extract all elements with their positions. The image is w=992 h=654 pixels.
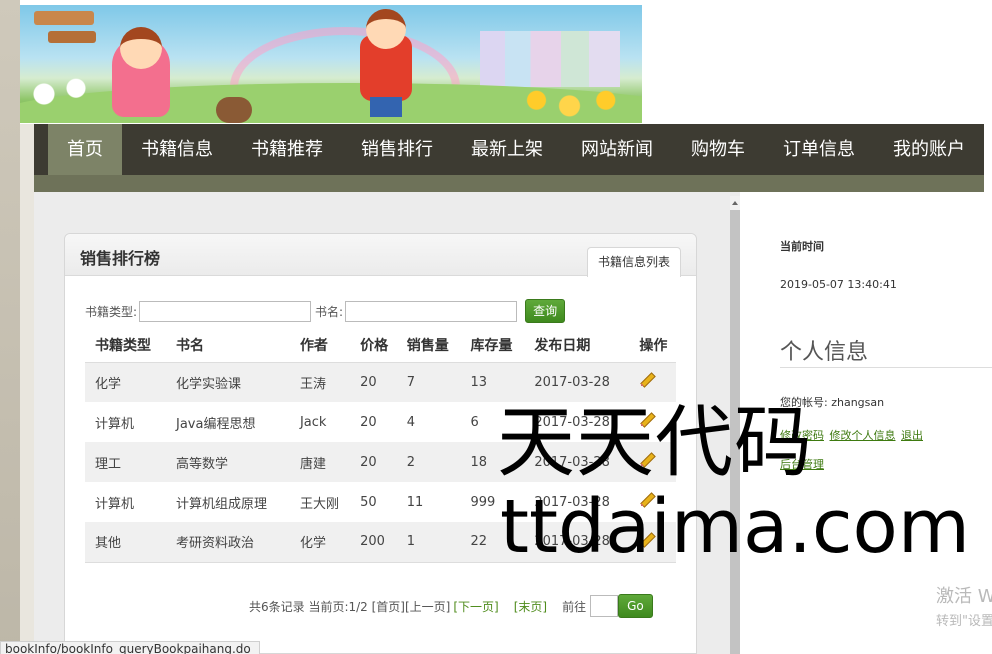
nav-item-book-info[interactable]: 书籍信息	[122, 124, 232, 175]
search-form: 书籍类型: 书名: 查询	[85, 298, 566, 324]
cell-author: 王涛	[289, 362, 351, 402]
pager-summary: 共6条记录 当前页:1/2 [首页][上一页]	[249, 599, 451, 614]
nav-item-my-account[interactable]: 我的账户	[874, 124, 984, 175]
next-page-link[interactable]: [下一页]	[453, 598, 498, 615]
col-header-price: 价格	[350, 328, 397, 363]
book-name-link[interactable]: 计算机组成原理	[165, 482, 290, 522]
last-page-link[interactable]: [末页]	[514, 598, 547, 615]
col-header-name: 书名	[165, 328, 290, 363]
header-banner	[20, 5, 642, 123]
current-time-value: 2019-05-07 13:40:41	[780, 278, 897, 291]
banner-girl	[112, 27, 170, 117]
cell-sales: 7	[396, 362, 461, 402]
cell-type: 计算机	[85, 482, 166, 522]
book-name-link[interactable]: 化学实验课	[165, 362, 290, 402]
nav-item-home[interactable]: 首页	[48, 124, 122, 175]
cell-type: 理工	[85, 442, 166, 482]
book-type-label: 书籍类型:	[85, 304, 138, 319]
cell-sales: 1	[396, 522, 461, 563]
current-time-label: 当前时间	[780, 240, 824, 253]
logout-link[interactable]: 退出	[901, 429, 923, 442]
banner-town	[480, 31, 620, 87]
cell-sales: 4	[396, 402, 461, 442]
book-name-link[interactable]: 高等数学	[165, 442, 290, 482]
edit-profile-link[interactable]: 修改个人信息	[830, 429, 896, 442]
cell-sales: 2	[396, 442, 461, 482]
left-background-strip	[0, 0, 20, 654]
tab-book-list[interactable]: 书籍信息列表	[586, 247, 681, 277]
windows-activation-title: 激活 W	[936, 586, 992, 607]
col-header-action: 操作	[629, 328, 676, 363]
cell-author: 唐建	[289, 442, 351, 482]
cell-author: 王大刚	[289, 482, 351, 522]
pagination: 共6条记录 当前页:1/2 [首页][上一页] [下一页] [末页] 前往 Go	[249, 593, 653, 619]
cell-author: Jack	[289, 402, 351, 442]
query-button[interactable]: 查询	[525, 299, 566, 323]
nav-item-orders[interactable]: 订单信息	[764, 124, 874, 175]
main-nav: 首页 书籍信息 书籍推荐 销售排行 最新上架 网站新闻 购物车 订单信息 我的账…	[34, 124, 984, 175]
panel-header: 销售排行榜 书籍信息列表	[65, 234, 696, 277]
table-header-row: 书籍类型 书名 作者 价格 销售量 库存量 发布日期 操作	[85, 328, 676, 363]
cell-type: 化学	[85, 362, 166, 402]
page: 首页 书籍信息 书籍推荐 销售排行 最新上架 网站新闻 购物车 订单信息 我的账…	[0, 0, 992, 654]
col-header-stock: 库存量	[460, 328, 525, 363]
watermark-domain: ttdaima.com	[500, 484, 970, 570]
col-header-author: 作者	[289, 328, 351, 363]
book-name-link[interactable]: Java编程思想	[165, 402, 290, 442]
col-header-sales: 销售量	[396, 328, 461, 363]
book-type-input[interactable]	[139, 300, 312, 322]
go-button[interactable]: Go	[618, 594, 653, 618]
cell-type: 其他	[85, 522, 166, 563]
left-background-strip-inner	[20, 124, 34, 654]
book-name-link[interactable]: 考研资料政治	[165, 522, 290, 563]
nav-item-site-news[interactable]: 网站新闻	[562, 124, 672, 175]
personal-info-title: 个人信息	[780, 340, 869, 365]
nav-item-sales-ranking[interactable]: 销售排行	[342, 124, 452, 175]
cell-price: 20	[350, 402, 397, 442]
banner-daisies	[20, 65, 100, 123]
scroll-up-arrow[interactable]	[730, 196, 740, 210]
watermark-chinese: 天天代码	[497, 398, 814, 488]
windows-activation-hint: 转到"设置	[936, 614, 992, 629]
nav-item-cart[interactable]: 购物车	[672, 124, 764, 175]
panel-title: 销售排行榜	[80, 249, 161, 268]
cell-price: 20	[350, 362, 397, 402]
cell-author: 化学	[289, 522, 351, 563]
cell-price: 200	[350, 522, 397, 563]
cell-type: 计算机	[85, 402, 166, 442]
book-name-input[interactable]	[345, 300, 518, 322]
book-name-label: 书名:	[315, 304, 344, 319]
goto-label: 前往	[562, 599, 587, 614]
browser-status-url: bookInfo/bookInfo_queryBookpaihang.do	[0, 641, 260, 654]
banner-teddy-bear	[216, 97, 252, 123]
nav-item-book-recommend[interactable]: 书籍推荐	[232, 124, 342, 175]
banner-boy	[360, 9, 412, 117]
banner-sunflowers	[520, 85, 630, 123]
col-header-type: 书籍类型	[85, 328, 166, 363]
cell-price: 20	[350, 442, 397, 482]
col-header-date: 发布日期	[524, 328, 630, 363]
banner-signpost-2	[48, 31, 96, 43]
banner-signpost	[34, 11, 94, 25]
cell-price: 50	[350, 482, 397, 522]
section-divider	[780, 367, 992, 368]
goto-page-input[interactable]	[590, 595, 619, 617]
nav-sub-bar	[34, 175, 984, 192]
cell-sales: 11	[396, 482, 461, 522]
nav-item-new-arrivals[interactable]: 最新上架	[452, 124, 562, 175]
